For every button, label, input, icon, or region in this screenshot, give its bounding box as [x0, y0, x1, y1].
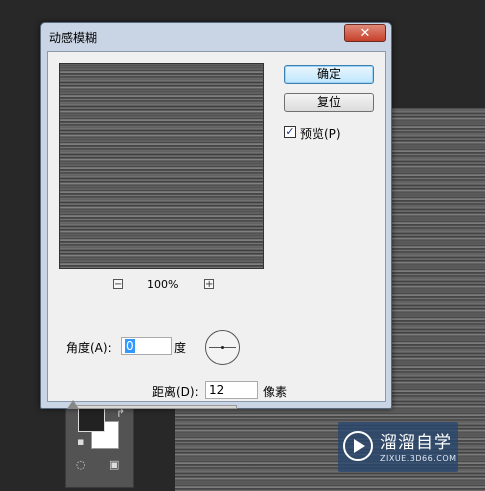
foreground-color-swatch[interactable]: [78, 405, 105, 432]
dialog-body: − 100% + 确定 复位 ✓ 预览(P) 角度(A): 0 度 距离(D):…: [47, 51, 386, 409]
angle-label: 角度(A):: [66, 341, 112, 355]
screen-mode-icon[interactable]: ▣: [109, 458, 119, 471]
watermark-title: 溜溜自学: [380, 433, 452, 453]
angle-input[interactable]: 0: [121, 337, 172, 355]
motion-blur-dialog: 动感模糊 ✕ − 100% + 确定 复位 ✓ 预览(P) 角度(A): 0 度…: [40, 22, 392, 409]
distance-unit: 像素: [263, 385, 288, 399]
angle-dial[interactable]: [205, 330, 240, 365]
reset-button[interactable]: 复位: [284, 93, 374, 112]
tools-panel: ▪ ↱ ◌ ▣: [65, 400, 134, 488]
ok-button[interactable]: 确定: [284, 65, 374, 84]
distance-slider-track[interactable]: [70, 405, 237, 409]
watermark-subtitle: ZIXUE.3D66.COM: [380, 454, 457, 463]
preview-checkbox[interactable]: ✓: [284, 126, 296, 138]
distance-label: 距离(D):: [152, 385, 199, 399]
zoom-out-button[interactable]: −: [113, 279, 123, 290]
distance-slider-thumb[interactable]: [67, 400, 80, 409]
default-colors-icon[interactable]: ▪: [77, 435, 84, 448]
play-logo-icon: [343, 431, 373, 461]
preview-label: 预览(P): [300, 127, 341, 141]
blur-preview[interactable]: [59, 63, 264, 269]
angle-unit: 度: [174, 341, 187, 355]
distance-input[interactable]: 12: [205, 381, 258, 399]
watermark: 溜溜自学 ZIXUE.3D66.COM: [338, 422, 458, 472]
dialog-titlebar[interactable]: 动感模糊 ✕: [41, 23, 391, 51]
dialog-title: 动感模糊: [49, 31, 98, 45]
zoom-level: 100%: [147, 278, 179, 291]
close-button[interactable]: ✕: [344, 24, 386, 42]
angle-value: 0: [125, 339, 135, 353]
close-icon: ✕: [359, 26, 371, 41]
zoom-in-button[interactable]: +: [204, 279, 214, 290]
angle-dial-center: [221, 346, 224, 349]
quick-mask-icon[interactable]: ◌: [76, 458, 86, 471]
distance-value: 12: [209, 383, 225, 397]
